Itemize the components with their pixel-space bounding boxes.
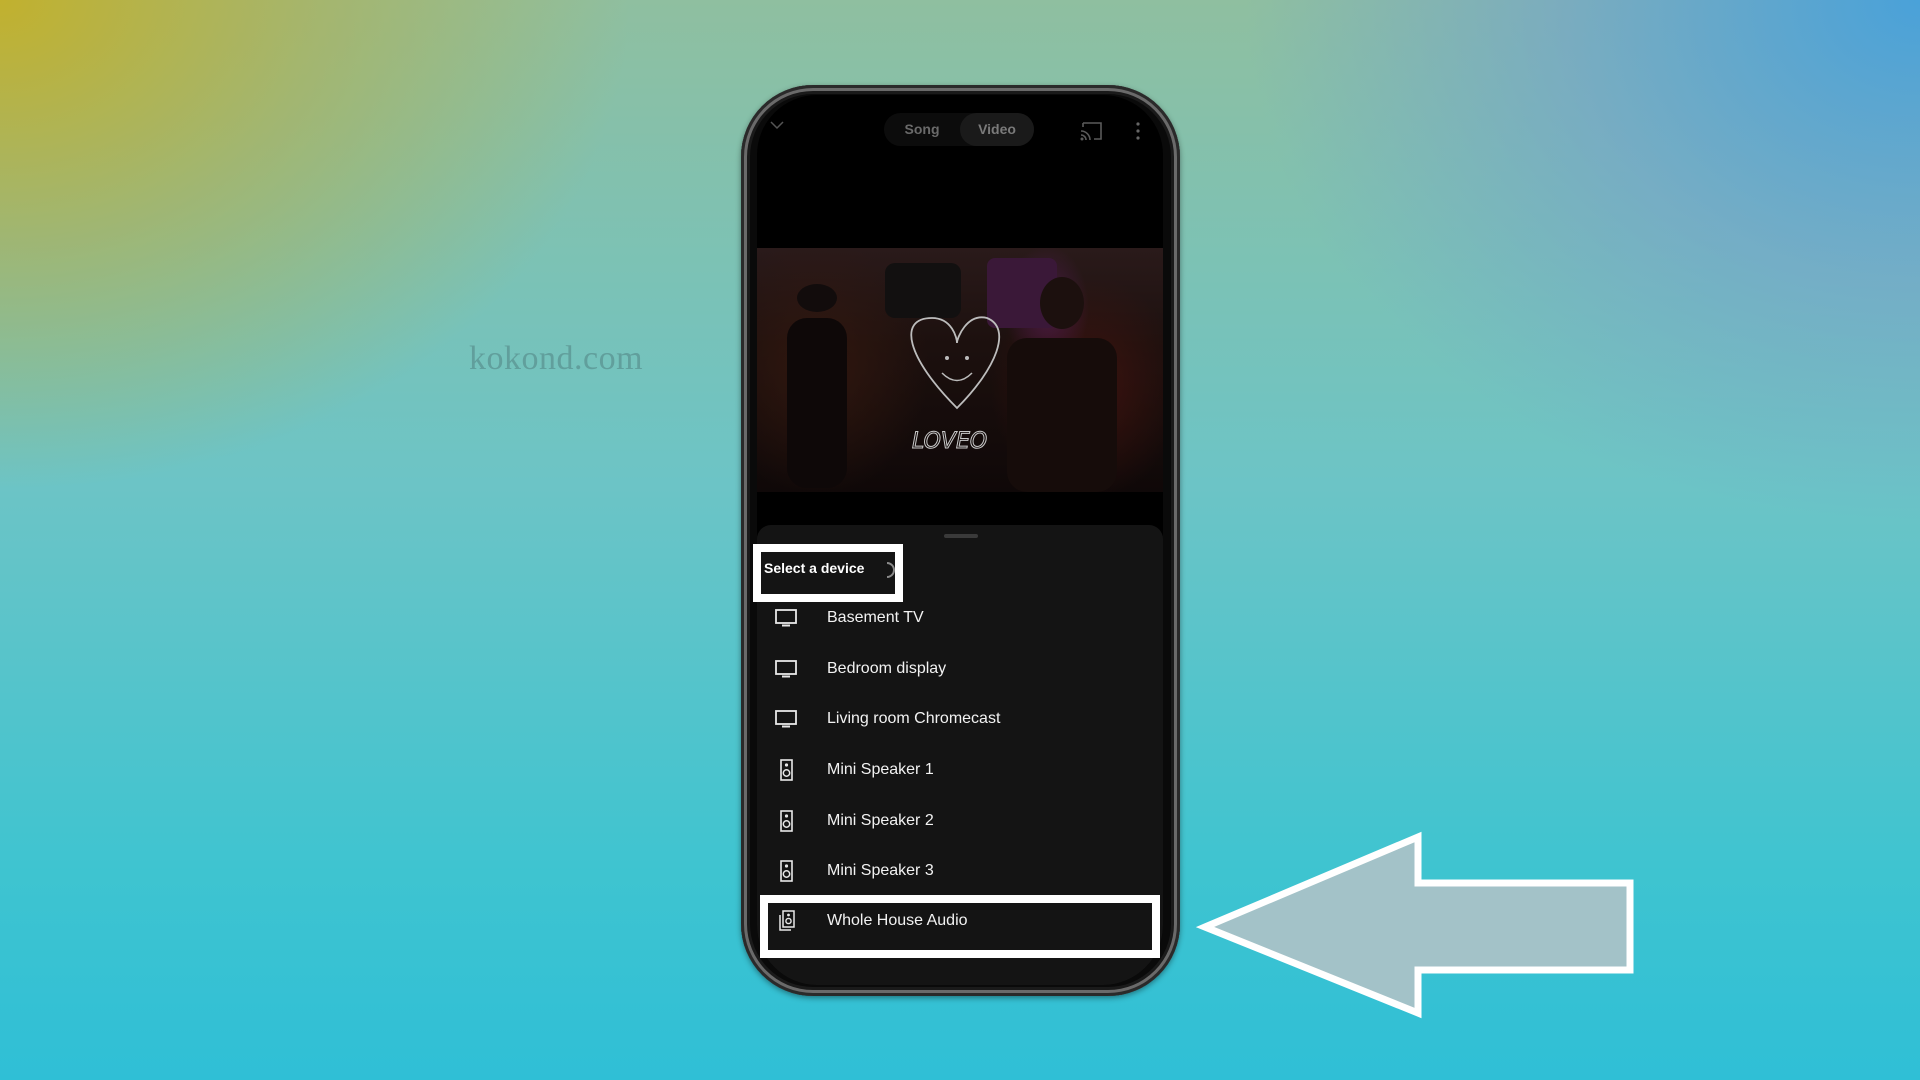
tv-icon [775,609,797,627]
phone-screen: Song Video LOVEO Select a device Basemen… [757,95,1163,985]
device-picker-sheet: Select a device Basement TV Bedroom disp… [757,525,1163,985]
tab-video[interactable]: Video [960,113,1034,146]
heart-doodle [910,316,1001,410]
device-item-basement-tv[interactable]: Basement TV [757,593,1163,643]
video-figure-shape [787,318,847,488]
doodle-eye [965,356,969,360]
speaker-icon [780,860,793,882]
watermark: kokond.com [469,340,644,377]
device-label: Mini Speaker 1 [827,761,934,778]
device-item-living-room-chromecast[interactable]: Living room Chromecast [757,694,1163,744]
speaker-icon [780,810,793,832]
device-label: Whole House Audio [827,912,968,929]
speaker-group-icon [779,910,795,931]
device-item-mini-speaker-1[interactable]: Mini Speaker 1 [757,745,1163,795]
device-label: Mini Speaker 2 [827,812,934,829]
tab-song[interactable]: Song [884,113,960,146]
device-item-whole-house-audio[interactable]: Whole House Audio [757,896,1163,946]
chevron-down-icon[interactable] [769,117,785,133]
doodle-eye [945,356,949,360]
tv-icon [775,710,797,728]
video-frame[interactable]: LOVEO [757,248,1163,492]
device-item-mini-speaker-2[interactable]: Mini Speaker 2 [757,796,1163,846]
video-figure-shape [1040,277,1084,329]
device-item-mini-speaker-3[interactable]: Mini Speaker 3 [757,846,1163,896]
song-video-toggle: Song Video [884,113,1034,146]
device-label: Mini Speaker 3 [827,862,934,879]
device-label: Basement TV [827,609,924,626]
video-figure-shape [1007,338,1117,492]
pointer-arrow-icon [1195,831,1634,1019]
sheet-title: Select a device [764,560,865,576]
device-item-bedroom-display[interactable]: Bedroom display [757,644,1163,694]
video-figure-shape [797,284,837,312]
video-overlay-text: LOVEO [912,429,987,454]
cast-icon[interactable] [1080,121,1104,141]
video-artwork: LOVEO [787,258,1117,492]
speaker-icon [780,759,793,781]
drag-handle[interactable] [944,534,978,538]
doodle-smile [941,372,973,382]
device-label: Bedroom display [827,660,947,677]
tv-icon [775,660,797,678]
player-top-bar: Song Video [757,95,1163,165]
video-window-shape [885,263,961,318]
phone-frame: Song Video LOVEO Select a device Basemen… [741,85,1180,996]
more-vertical-icon[interactable] [1135,121,1141,141]
device-label: Living room Chromecast [827,710,1001,727]
loading-spinner-icon [886,562,895,578]
